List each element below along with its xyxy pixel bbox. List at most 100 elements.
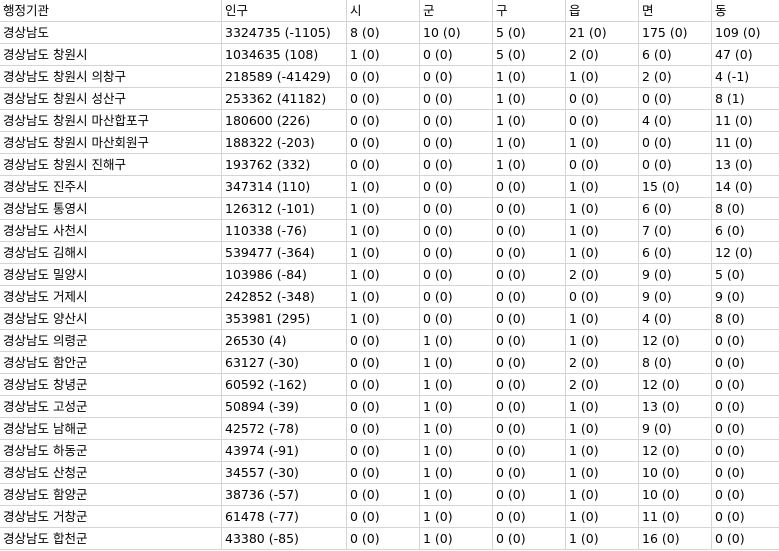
cell-population[interactable]: 26530 (4) (222, 330, 347, 352)
header-cell-si[interactable]: 시 (347, 0, 420, 22)
cell-population[interactable]: 63127 (-30) (222, 352, 347, 374)
cell-admin-agency[interactable]: 경상남도 통영시 (0, 198, 222, 220)
cell-eup[interactable]: 1 (0) (566, 220, 639, 242)
cell-gun[interactable]: 0 (0) (420, 44, 493, 66)
cell-population[interactable]: 38736 (-57) (222, 484, 347, 506)
cell-si[interactable]: 1 (0) (347, 220, 420, 242)
cell-admin-agency[interactable]: 경상남도 창원시 (0, 44, 222, 66)
cell-admin-agency[interactable]: 경상남도 거창군 (0, 506, 222, 528)
cell-si[interactable]: 0 (0) (347, 418, 420, 440)
cell-si[interactable]: 1 (0) (347, 44, 420, 66)
cell-myeon[interactable]: 16 (0) (639, 528, 712, 550)
cell-myeon[interactable]: 11 (0) (639, 506, 712, 528)
cell-eup[interactable]: 1 (0) (566, 66, 639, 88)
cell-myeon[interactable]: 4 (0) (639, 308, 712, 330)
cell-si[interactable]: 1 (0) (347, 264, 420, 286)
cell-myeon[interactable]: 10 (0) (639, 484, 712, 506)
cell-dong[interactable]: 109 (0) (712, 22, 779, 44)
cell-si[interactable]: 0 (0) (347, 374, 420, 396)
cell-eup[interactable]: 1 (0) (566, 176, 639, 198)
cell-gun[interactable]: 0 (0) (420, 308, 493, 330)
cell-population[interactable]: 126312 (-101) (222, 198, 347, 220)
cell-dong[interactable]: 0 (0) (712, 440, 779, 462)
cell-gun[interactable]: 1 (0) (420, 440, 493, 462)
cell-gu[interactable]: 0 (0) (493, 242, 566, 264)
cell-admin-agency[interactable]: 경상남도 창원시 마산합포구 (0, 110, 222, 132)
cell-dong[interactable]: 0 (0) (712, 528, 779, 550)
cell-eup[interactable]: 1 (0) (566, 484, 639, 506)
cell-population[interactable]: 103986 (-84) (222, 264, 347, 286)
cell-gun[interactable]: 1 (0) (420, 352, 493, 374)
cell-gun[interactable]: 10 (0) (420, 22, 493, 44)
cell-gun[interactable]: 0 (0) (420, 264, 493, 286)
cell-eup[interactable]: 0 (0) (566, 286, 639, 308)
cell-dong[interactable]: 0 (0) (712, 352, 779, 374)
cell-eup[interactable]: 1 (0) (566, 396, 639, 418)
cell-admin-agency[interactable]: 경상남도 창원시 진해구 (0, 154, 222, 176)
cell-myeon[interactable]: 9 (0) (639, 286, 712, 308)
cell-myeon[interactable]: 6 (0) (639, 198, 712, 220)
cell-gu[interactable]: 0 (0) (493, 220, 566, 242)
cell-gu[interactable]: 0 (0) (493, 264, 566, 286)
cell-myeon[interactable]: 7 (0) (639, 220, 712, 242)
cell-population[interactable]: 43380 (-85) (222, 528, 347, 550)
cell-dong[interactable]: 4 (-1) (712, 66, 779, 88)
header-cell-population[interactable]: 인구 (222, 0, 347, 22)
cell-gu[interactable]: 1 (0) (493, 88, 566, 110)
cell-gu[interactable]: 5 (0) (493, 22, 566, 44)
cell-myeon[interactable]: 6 (0) (639, 44, 712, 66)
cell-si[interactable]: 0 (0) (347, 396, 420, 418)
cell-dong[interactable]: 0 (0) (712, 330, 779, 352)
cell-eup[interactable]: 2 (0) (566, 44, 639, 66)
cell-gu[interactable]: 0 (0) (493, 308, 566, 330)
cell-gu[interactable]: 0 (0) (493, 396, 566, 418)
cell-si[interactable]: 0 (0) (347, 132, 420, 154)
cell-gu[interactable]: 0 (0) (493, 418, 566, 440)
cell-dong[interactable]: 8 (1) (712, 88, 779, 110)
cell-myeon[interactable]: 0 (0) (639, 154, 712, 176)
cell-admin-agency[interactable]: 경상남도 남해군 (0, 418, 222, 440)
cell-eup[interactable]: 1 (0) (566, 506, 639, 528)
cell-eup[interactable]: 0 (0) (566, 154, 639, 176)
cell-myeon[interactable]: 175 (0) (639, 22, 712, 44)
cell-si[interactable]: 0 (0) (347, 506, 420, 528)
cell-myeon[interactable]: 0 (0) (639, 132, 712, 154)
cell-gun[interactable]: 0 (0) (420, 66, 493, 88)
cell-dong[interactable]: 0 (0) (712, 506, 779, 528)
cell-eup[interactable]: 1 (0) (566, 462, 639, 484)
cell-si[interactable]: 0 (0) (347, 330, 420, 352)
cell-population[interactable]: 61478 (-77) (222, 506, 347, 528)
cell-si[interactable]: 1 (0) (347, 176, 420, 198)
cell-dong[interactable]: 0 (0) (712, 484, 779, 506)
cell-eup[interactable]: 2 (0) (566, 352, 639, 374)
cell-admin-agency[interactable]: 경상남도 거제시 (0, 286, 222, 308)
cell-eup[interactable]: 1 (0) (566, 330, 639, 352)
cell-eup[interactable]: 1 (0) (566, 440, 639, 462)
cell-eup[interactable]: 1 (0) (566, 242, 639, 264)
cell-dong[interactable]: 14 (0) (712, 176, 779, 198)
cell-eup[interactable]: 1 (0) (566, 418, 639, 440)
cell-admin-agency[interactable]: 경상남도 사천시 (0, 220, 222, 242)
cell-myeon[interactable]: 12 (0) (639, 330, 712, 352)
cell-gu[interactable]: 1 (0) (493, 110, 566, 132)
header-cell-dong[interactable]: 동 (712, 0, 779, 22)
cell-myeon[interactable]: 12 (0) (639, 440, 712, 462)
cell-gun[interactable]: 1 (0) (420, 462, 493, 484)
cell-admin-agency[interactable]: 경상남도 밀양시 (0, 264, 222, 286)
cell-admin-agency[interactable]: 경상남도 산청군 (0, 462, 222, 484)
cell-gun[interactable]: 0 (0) (420, 198, 493, 220)
cell-gu[interactable]: 0 (0) (493, 198, 566, 220)
header-cell-gu[interactable]: 구 (493, 0, 566, 22)
cell-gu[interactable]: 0 (0) (493, 440, 566, 462)
cell-population[interactable]: 110338 (-76) (222, 220, 347, 242)
cell-admin-agency[interactable]: 경상남도 창원시 마산회원구 (0, 132, 222, 154)
cell-gu[interactable]: 0 (0) (493, 484, 566, 506)
cell-population[interactable]: 34557 (-30) (222, 462, 347, 484)
cell-gu[interactable]: 0 (0) (493, 330, 566, 352)
cell-dong[interactable]: 13 (0) (712, 154, 779, 176)
cell-gu[interactable]: 0 (0) (493, 506, 566, 528)
cell-myeon[interactable]: 10 (0) (639, 462, 712, 484)
cell-myeon[interactable]: 8 (0) (639, 352, 712, 374)
cell-myeon[interactable]: 13 (0) (639, 396, 712, 418)
cell-myeon[interactable]: 2 (0) (639, 66, 712, 88)
